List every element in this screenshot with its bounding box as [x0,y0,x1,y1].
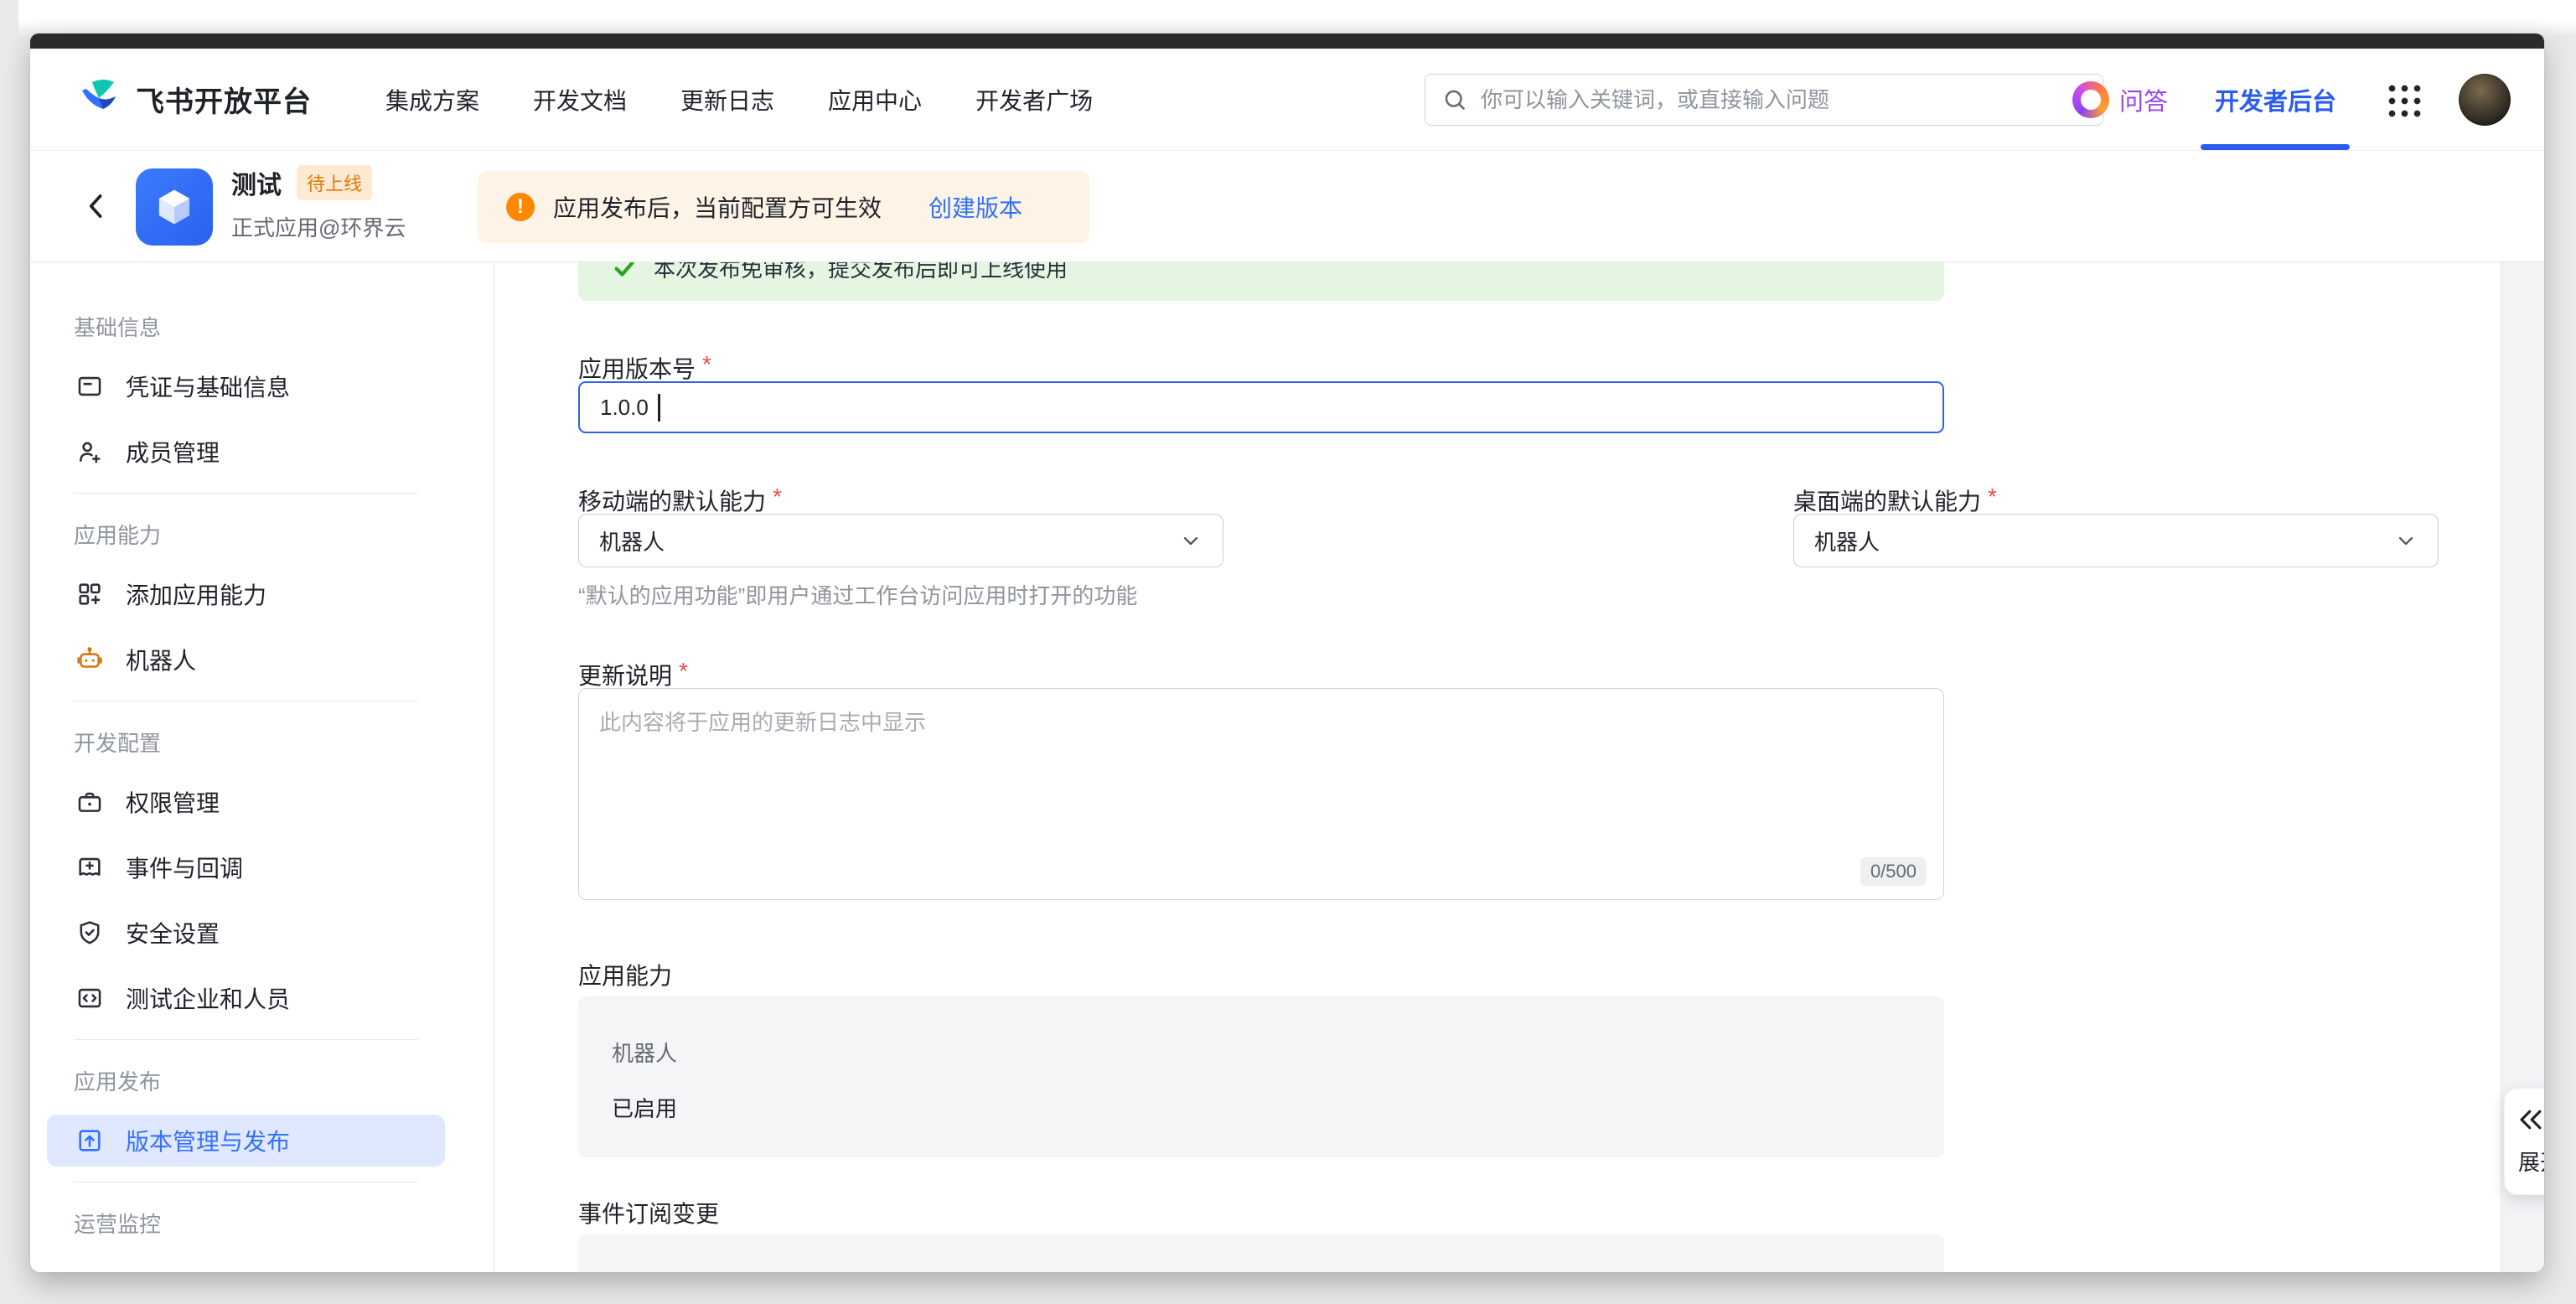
required-marker: * [702,351,711,385]
developer-console-tab[interactable]: 开发者后台 [2215,49,2336,150]
capability-card: 机器人 已启用 [578,996,1944,1157]
background-window-strip [18,0,2576,35]
sidebar-item-events[interactable]: 事件与回调 [47,841,445,893]
version-input[interactable] [578,381,1944,433]
search-input[interactable] [1481,87,2086,113]
global-search[interactable] [1425,74,2103,126]
nav-item-app-center[interactable]: 应用中心 [828,83,922,116]
status-badge: 待上线 [297,165,372,200]
sidebar: 基础信息 凭证与基础信息 成员管理 应用能力 [30,262,494,1272]
sidebar-section-monitoring: 运营监控 [74,1208,494,1239]
search-icon [1442,87,1467,112]
sidebar-section-release: 应用发布 [74,1065,494,1096]
apps-grid-icon[interactable] [2385,81,2422,118]
feishu-logo-icon [75,76,122,123]
sidebar-section-basic-info: 基础信息 [74,311,494,342]
version-input-field[interactable] [580,383,1942,432]
nav-item-docs[interactable]: 开发文档 [533,83,627,116]
expand-panel-button[interactable]: 展开 [2504,1088,2544,1195]
nav-right-group: 问答 开发者后台 [2072,49,2511,150]
robot-icon [75,645,104,674]
upload-square-icon [75,1126,104,1155]
logo-text: 飞书开放平台 [136,79,312,120]
text-cursor [658,394,660,422]
mobile-capability-label: 移动端的默认能力* [578,484,782,517]
add-capability-icon [75,580,104,608]
sidebar-divider [74,493,418,494]
sidebar-divider [74,1039,418,1040]
update-notes-label: 更新说明* [578,658,688,691]
credential-card-icon [75,372,104,401]
sidebar-item-permissions[interactable]: 权限管理 [47,776,445,828]
permission-icon [75,788,104,816]
window-top-bar [30,34,2544,49]
feishu-logo[interactable]: 飞书开放平台 [75,76,312,123]
check-icon [612,262,637,281]
event-callback-icon [75,853,104,882]
nav-item-integrations[interactable]: 集成方案 [385,83,479,116]
create-version-link[interactable]: 创建版本 [928,190,1022,224]
char-counter: 0/500 [1860,857,1927,886]
event-subscription-card [578,1234,1944,1272]
review-free-banner: 本次发布免审核，提交发布后即可上线使用 [578,262,1944,301]
success-banner-text: 本次发布免审核，提交发布后即可上线使用 [654,262,1068,283]
main-content: 本次发布免审核，提交发布后即可上线使用 应用版本号* 移动端的默认能力* 桌面端… [494,262,2501,1272]
app-name: 测试 [231,164,282,201]
mobile-capability-select[interactable]: 机器人 [578,514,1223,567]
chevron-down-icon [2394,529,2418,552]
publish-warning-banner: ! 应用发布后，当前配置方可生效 创建版本 [478,171,1089,243]
sidebar-item-bot[interactable]: 机器人 [47,634,445,686]
app-icon [136,168,213,246]
code-brackets-icon [75,984,104,1012]
nav-item-marketplace[interactable]: 开发者广场 [975,83,1093,116]
qa-gradient-icon [2072,81,2109,118]
capability-hint: “默认的应用功能”即用户通过工作台访问应用时打开的功能 [578,579,1137,610]
cube-icon [150,183,199,231]
warning-text: 应用发布后，当前配置方可生效 [553,190,882,224]
page-body: 基础信息 凭证与基础信息 成员管理 应用能力 [30,262,2544,1272]
app-subtitle: 正式应用@环界云 [231,211,406,242]
user-avatar[interactable] [2459,74,2511,126]
sidebar-item-add-capability[interactable]: 添加应用能力 [47,568,445,620]
expand-label: 展开 [2518,1146,2544,1177]
sidebar-item-security[interactable]: 安全设置 [47,907,445,959]
version-label: 应用版本号* [578,351,711,385]
capability-section-title: 应用能力 [578,958,672,991]
sidebar-item-credentials[interactable]: 凭证与基础信息 [47,360,445,412]
nav-item-changelog[interactable]: 更新日志 [680,83,774,116]
chevron-left-icon [83,192,111,220]
nav-menu: 集成方案 开发文档 更新日志 应用中心 开发者广场 [385,83,1093,116]
desktop-capability-label: 桌面端的默认能力* [1793,484,1997,517]
update-notes-textarea[interactable] [579,689,1943,899]
chevron-down-icon [1179,529,1203,552]
capability-name: 机器人 [612,1037,677,1068]
sidebar-section-dev-config: 开发配置 [74,727,494,758]
browser-window: 飞书开放平台 集成方案 开发文档 更新日志 应用中心 开发者广场 问答 开发者后… [30,34,2544,1272]
top-navigation: 飞书开放平台 集成方案 开发文档 更新日志 应用中心 开发者广场 问答 开发者后… [30,49,2544,151]
app-header: 测试 待上线 正式应用@环界云 ! 应用发布后，当前配置方可生效 创建版本 [30,151,2544,262]
desktop-capability-select[interactable]: 机器人 [1793,514,2439,567]
back-button[interactable] [79,188,116,225]
update-notes-area: 0/500 [578,688,1944,900]
capability-status: 已启用 [612,1092,677,1123]
member-add-icon [75,437,104,466]
event-section-title: 事件订阅变更 [578,1196,719,1229]
sidebar-item-test-org[interactable]: 测试企业和人员 [47,972,445,1024]
sidebar-section-capabilities: 应用能力 [74,519,494,550]
app-meta: 测试 待上线 正式应用@环界云 [231,164,406,242]
double-chevron-left-icon [2517,1105,2544,1134]
active-tab-underline [2201,144,2350,150]
sidebar-item-members[interactable]: 成员管理 [47,426,445,478]
sidebar-item-version-release[interactable]: 版本管理与发布 [47,1115,445,1167]
shield-check-icon [75,918,104,947]
warning-icon: ! [506,193,535,221]
qa-label: 问答 [2119,82,2168,117]
qa-link[interactable]: 问答 [2072,81,2168,118]
